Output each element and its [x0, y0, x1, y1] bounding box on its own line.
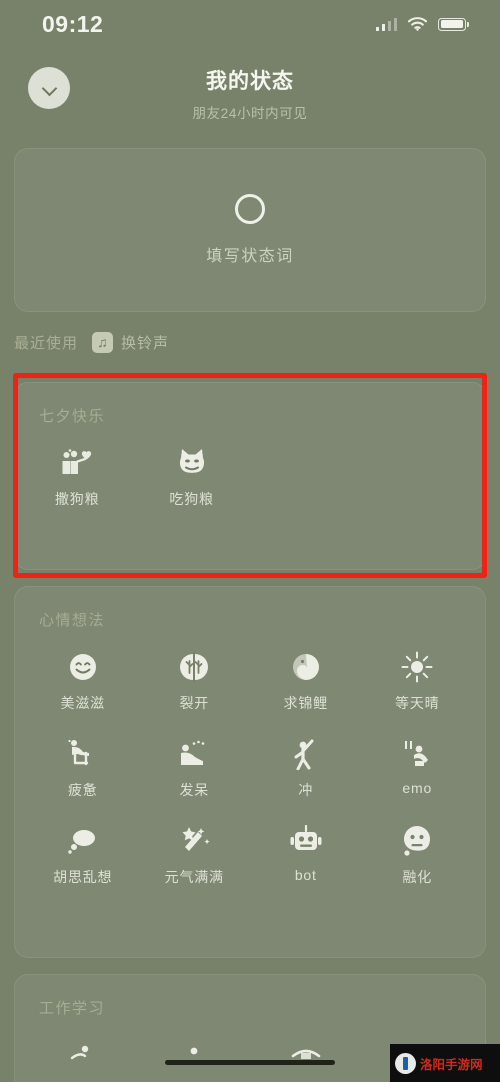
status-input-card[interactable]: 填写状态词	[14, 148, 486, 312]
status-option-cell[interactable]: 求锦鲤	[250, 636, 362, 723]
recent-used-label: 最近使用	[14, 335, 79, 352]
partial-icon-c	[289, 1038, 323, 1072]
status-option-label: 撒狗粮	[55, 491, 100, 507]
status-option-cell[interactable]: 裂开	[139, 636, 251, 723]
status-option-label: bot	[294, 867, 317, 883]
status-option-cell[interactable]: 融化	[362, 810, 474, 897]
music-note-icon	[92, 331, 114, 353]
page-header: 我的状态 朋友24小时内可见	[0, 55, 500, 127]
status-option-cell[interactable]: 胡思乱想	[27, 810, 139, 897]
daydream-icon	[177, 737, 211, 771]
status-option-label: 美滋滋	[60, 695, 105, 711]
robot-icon	[289, 824, 323, 858]
couple-heart-icon	[60, 446, 94, 480]
status-option-label: 求锦鲤	[283, 695, 328, 711]
status-option-label: 等天晴	[395, 695, 440, 711]
cellular-signal-icon	[375, 17, 397, 31]
status-option-label: 融化	[402, 869, 433, 885]
status-option-cell[interactable]: 冲	[250, 723, 362, 810]
watermark-logo-icon	[395, 1052, 416, 1074]
cracked-tree-icon	[177, 650, 211, 684]
smiley-face-icon	[66, 650, 100, 684]
status-bar-time: 09:12	[42, 10, 104, 37]
tired-person-icon	[66, 737, 100, 771]
status-option-label: emo	[402, 780, 433, 796]
festival-section-card: 七夕快乐 撒狗粮 吃狗粮	[14, 382, 486, 570]
status-option-cell[interactable]	[250, 1024, 362, 1082]
page-subtitle: 朋友24小时内可见	[192, 106, 308, 121]
wifi-icon	[407, 17, 428, 31]
status-option-label: 胡思乱想	[53, 869, 113, 885]
circle-outline-icon	[235, 194, 265, 224]
status-bar-indicators	[375, 17, 469, 31]
festival-item-grid: 撒狗粮 吃狗粮	[15, 426, 485, 537]
festival-section-title: 七夕快乐	[39, 408, 106, 425]
cheering-person-icon	[289, 737, 323, 771]
recent-used-row: 最近使用 换铃声	[14, 331, 170, 353]
partial-icon-b	[177, 1038, 211, 1072]
status-option-label: 裂开	[179, 695, 210, 711]
watermark-text: 洛阳手游网	[420, 1057, 483, 1072]
watermark: 洛阳手游网	[390, 1044, 500, 1082]
status-option-label: 发呆	[179, 782, 210, 798]
crying-person-icon	[400, 737, 434, 771]
sparkle-star-icon	[177, 824, 211, 858]
status-bar: 09:12	[0, 0, 500, 48]
title-wrapper: 我的状态 朋友24小时内可见	[0, 55, 500, 122]
mood-section-card: 心情想法 美滋滋 裂开 求锦鲤 等天晴 疲惫 发呆 冲 emo 胡思乱想 元气满…	[14, 586, 486, 958]
status-option-cell[interactable]	[27, 1024, 139, 1082]
status-option-cell[interactable]: 等天晴	[362, 636, 474, 723]
status-option-cell[interactable]: 吃狗粮	[141, 432, 255, 519]
status-option-cell[interactable]: emo	[362, 723, 474, 810]
melting-face-icon	[400, 824, 434, 858]
mood-item-grid: 美滋滋 裂开 求锦鲤 等天晴 疲惫 发呆 冲 emo 胡思乱想 元气满满 bot…	[15, 630, 485, 915]
status-option-label: 疲惫	[67, 782, 98, 798]
collapse-button[interactable]	[28, 67, 70, 109]
status-option-cell[interactable]: 发呆	[139, 723, 251, 810]
status-option-cell[interactable]: 美滋滋	[27, 636, 139, 723]
status-option-label: 元气满满	[164, 869, 224, 885]
partial-icon-a	[66, 1038, 100, 1072]
chevron-down-icon	[43, 82, 56, 95]
cat-face-icon	[175, 446, 209, 480]
battery-icon	[438, 17, 469, 31]
status-placeholder-text: 填写状态词	[206, 248, 294, 265]
status-option-cell[interactable]: 撒狗粮	[27, 432, 141, 519]
status-option-cell[interactable]: 疲惫	[27, 723, 139, 810]
change-ringtone-label: 换铃声	[121, 335, 170, 352]
status-option-cell[interactable]: bot	[250, 810, 362, 897]
status-option-label: 冲	[298, 782, 314, 798]
status-option-cell[interactable]: 元气满满	[139, 810, 251, 897]
status-option-cell[interactable]	[139, 1024, 251, 1082]
mood-section-title: 心情想法	[39, 612, 106, 629]
change-ringtone-button[interactable]: 换铃声	[92, 331, 170, 353]
koi-fish-icon	[289, 650, 323, 684]
thought-cloud-icon	[66, 824, 100, 858]
status-option-label: 吃狗粮	[169, 491, 214, 507]
sun-icon	[400, 650, 434, 684]
work-section-title: 工作学习	[39, 1000, 106, 1017]
page-title: 我的状态	[206, 70, 294, 93]
home-indicator[interactable]	[165, 1059, 335, 1065]
